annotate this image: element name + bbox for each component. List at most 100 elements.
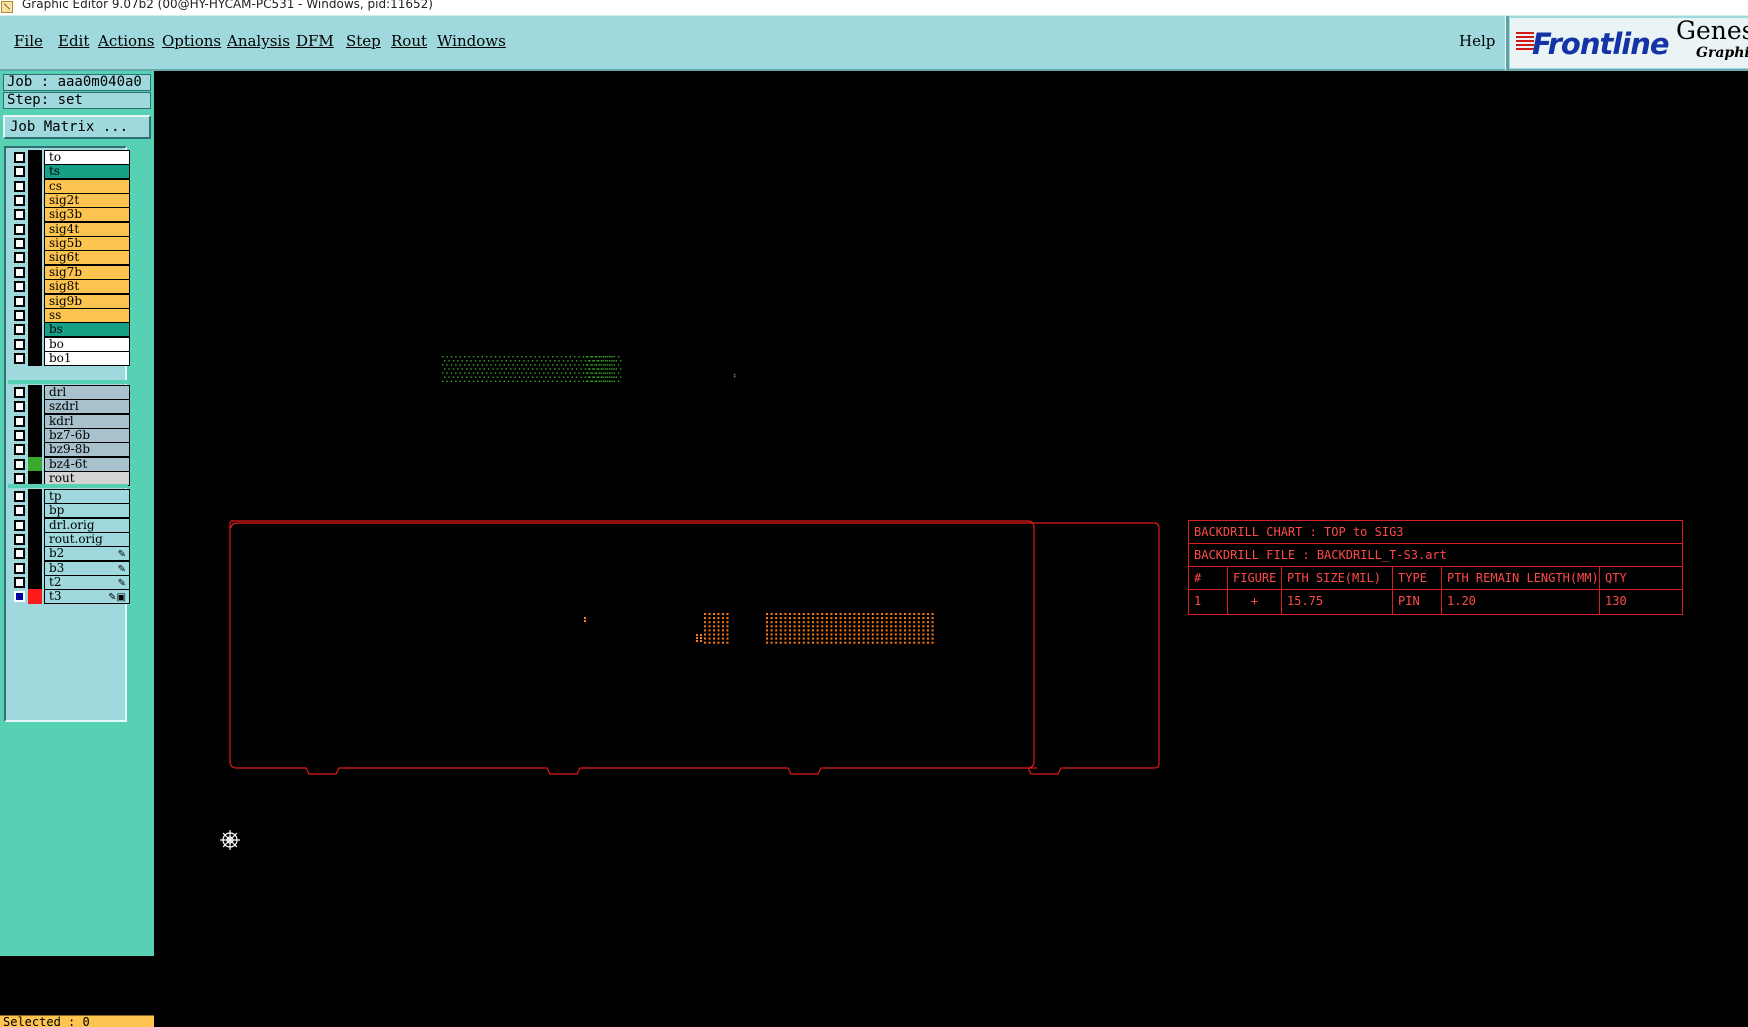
layer-name[interactable]: t2 ✎ xyxy=(44,575,130,591)
layer-row-sig4t[interactable]: sig4t xyxy=(8,221,130,237)
layer-name[interactable]: t3 ✎▣ xyxy=(44,589,130,605)
layer-row-t2[interactable]: t2 ✎ xyxy=(8,575,130,591)
layer-name[interactable]: sig8t xyxy=(44,279,130,295)
layer-checkbox[interactable] xyxy=(14,458,25,470)
menu-file[interactable]: File xyxy=(14,32,43,50)
layer-checkbox[interactable] xyxy=(14,180,25,192)
menu-analysis[interactable]: Analysis xyxy=(227,32,290,50)
layer-color-swatch[interactable] xyxy=(28,350,42,366)
layer-name[interactable]: bo xyxy=(44,336,130,352)
layer-name[interactable]: sig6t xyxy=(44,250,130,266)
job-matrix-button[interactable]: Job Matrix ... xyxy=(3,115,151,139)
layer-row-bo[interactable]: bo xyxy=(8,336,130,352)
layer-row-sig7b[interactable]: sig7b xyxy=(8,264,130,280)
layer-row-cs[interactable]: cs xyxy=(8,178,130,194)
layer-name[interactable]: bp xyxy=(44,503,130,519)
layer-color-swatch[interactable] xyxy=(28,322,42,338)
layer-color-swatch[interactable] xyxy=(28,589,42,605)
menu-rout[interactable]: Rout xyxy=(391,32,427,50)
layer-checkbox[interactable] xyxy=(14,430,25,442)
menu-dfm[interactable]: DFM xyxy=(296,32,334,50)
layer-checkbox[interactable] xyxy=(14,209,25,221)
layer-row-sig5b[interactable]: sig5b xyxy=(8,236,130,252)
menu-help[interactable]: Help xyxy=(1459,32,1495,50)
layer-color-swatch[interactable] xyxy=(28,413,42,429)
layer-color-swatch[interactable] xyxy=(28,575,42,591)
menu-actions[interactable]: Actions xyxy=(98,32,154,50)
menu-edit[interactable]: Edit xyxy=(58,32,89,50)
menu-windows[interactable]: Windows xyxy=(437,32,506,50)
layer-name[interactable]: bz7-6b xyxy=(44,428,130,444)
layer-name[interactable]: kdrl xyxy=(44,413,130,429)
layer-color-swatch[interactable] xyxy=(28,503,42,519)
layer-name[interactable]: to xyxy=(44,150,130,165)
layer-checkbox[interactable] xyxy=(14,387,25,398)
layer-row-bz4-6t[interactable]: bz4-6t xyxy=(8,456,130,472)
layer-name[interactable]: tp xyxy=(44,489,130,504)
layer-checkbox[interactable] xyxy=(14,491,25,502)
layer-checkbox[interactable] xyxy=(14,401,25,413)
menu-options[interactable]: Options xyxy=(162,32,221,50)
layer-color-swatch[interactable] xyxy=(28,164,42,180)
layer-checkbox[interactable] xyxy=(14,505,25,517)
layer-row-kdrl[interactable]: kdrl xyxy=(8,413,130,429)
layer-color-swatch[interactable] xyxy=(28,489,42,504)
layer-color-swatch[interactable] xyxy=(28,250,42,266)
layer-name[interactable]: sig9b xyxy=(44,293,130,309)
layer-color-swatch[interactable] xyxy=(28,399,42,415)
layer-name[interactable]: drl.orig xyxy=(44,517,130,533)
layer-name[interactable]: sig2t xyxy=(44,193,130,209)
layer-checkbox[interactable] xyxy=(14,252,25,264)
layer-checkbox[interactable] xyxy=(14,238,25,250)
layer-color-swatch[interactable] xyxy=(28,178,42,194)
layer-row-bz7-6b[interactable]: bz7-6b xyxy=(8,428,130,444)
layer-row-t3[interactable]: t3 ✎▣ xyxy=(8,589,130,605)
layer-row-sig8t[interactable]: sig8t xyxy=(8,279,130,295)
layer-checkbox[interactable] xyxy=(14,562,25,574)
layer-color-swatch[interactable] xyxy=(28,236,42,252)
layer-checkbox[interactable] xyxy=(14,152,25,163)
layer-color-swatch[interactable] xyxy=(28,546,42,562)
layer-name[interactable]: szdrl xyxy=(44,399,130,415)
layer-color-swatch[interactable] xyxy=(28,150,42,165)
layer-checkbox[interactable] xyxy=(14,223,25,235)
layer-checkbox[interactable] xyxy=(14,548,25,560)
layer-color-swatch[interactable] xyxy=(28,456,42,472)
layer-checkbox[interactable] xyxy=(14,352,25,364)
menu-step[interactable]: Step xyxy=(346,32,381,50)
layer-color-swatch[interactable] xyxy=(28,428,42,444)
layer-color-swatch[interactable] xyxy=(28,193,42,209)
layer-name[interactable]: rout.orig xyxy=(44,532,130,548)
layer-checkbox[interactable] xyxy=(14,195,25,207)
layer-row-b2[interactable]: b2 ✎ xyxy=(8,546,130,562)
layer-checkbox[interactable] xyxy=(14,166,25,178)
layer-color-swatch[interactable] xyxy=(28,307,42,323)
layer-name[interactable]: drl xyxy=(44,385,130,400)
layer-row-szdrl[interactable]: szdrl xyxy=(8,399,130,415)
layer-color-swatch[interactable] xyxy=(28,336,42,352)
layer-color-swatch[interactable] xyxy=(28,221,42,237)
layer-color-swatch[interactable] xyxy=(28,532,42,548)
layer-row-ts[interactable]: ts xyxy=(8,164,130,180)
layer-name[interactable]: ts xyxy=(44,164,130,180)
layer-name[interactable]: b2 ✎ xyxy=(44,546,130,562)
layer-checkbox[interactable] xyxy=(14,295,25,307)
layer-row-to[interactable]: to xyxy=(8,150,130,165)
layer-checkbox[interactable] xyxy=(14,577,25,589)
layer-checkbox[interactable] xyxy=(14,534,25,546)
layer-checkbox[interactable] xyxy=(14,338,25,350)
layer-name[interactable]: sig5b xyxy=(44,236,130,252)
layer-checkbox[interactable] xyxy=(14,591,25,603)
layer-checkbox[interactable] xyxy=(14,444,25,456)
layer-color-swatch[interactable] xyxy=(28,207,42,223)
layer-name[interactable]: b3 ✎ xyxy=(44,560,130,576)
layer-name[interactable]: bz9-8b xyxy=(44,442,130,458)
layer-row-bz9-8b[interactable]: bz9-8b xyxy=(8,442,130,458)
layer-color-swatch[interactable] xyxy=(28,279,42,295)
layer-color-swatch[interactable] xyxy=(28,560,42,576)
layer-row-bp[interactable]: bp xyxy=(8,503,130,519)
layer-color-swatch[interactable] xyxy=(28,264,42,280)
layer-name[interactable]: ss xyxy=(44,307,130,323)
layer-row-sig6t[interactable]: sig6t xyxy=(8,250,130,266)
layer-row-drl.orig[interactable]: drl.orig xyxy=(8,517,130,533)
